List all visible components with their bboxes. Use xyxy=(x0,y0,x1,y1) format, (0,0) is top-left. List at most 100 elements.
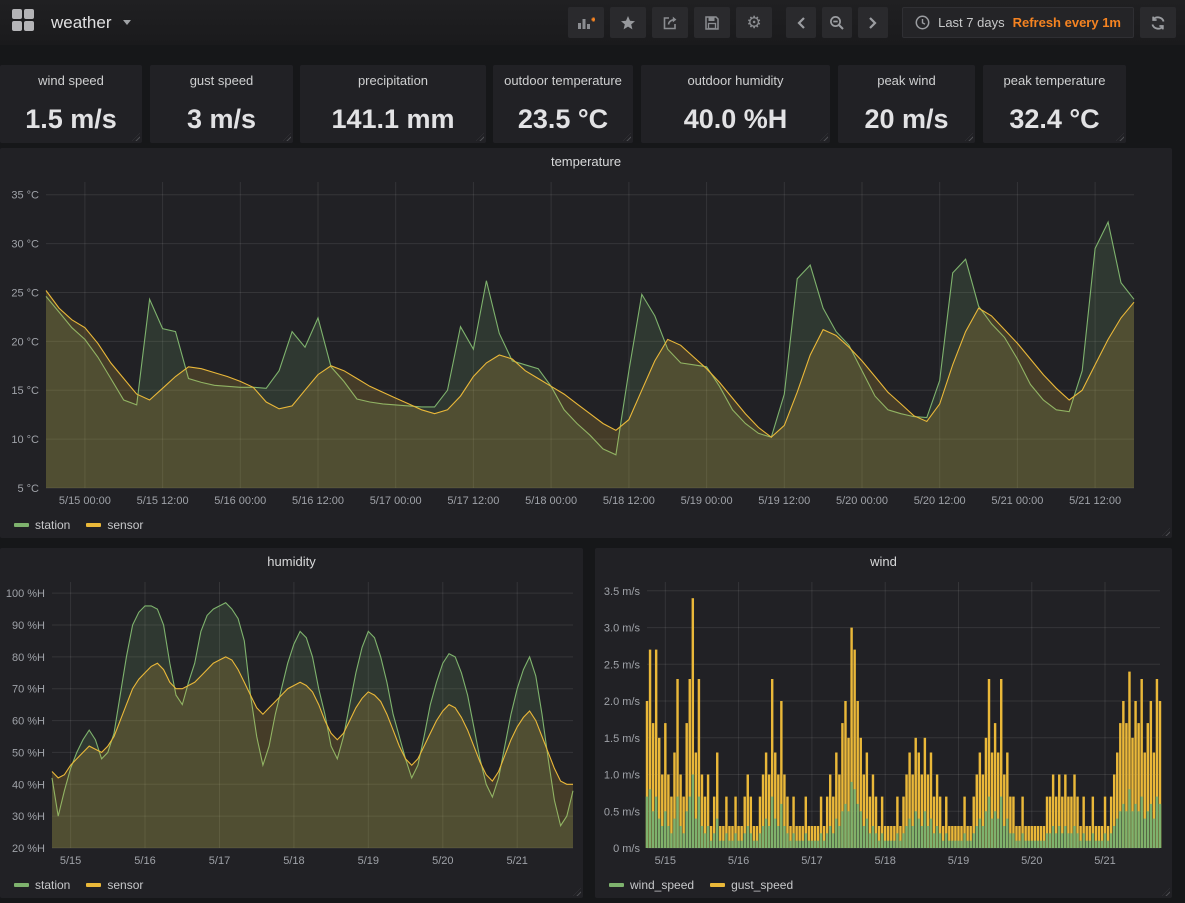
svg-text:30 °C: 30 °C xyxy=(11,239,39,251)
stat-title[interactable]: peak temperature xyxy=(1004,73,1106,88)
humidity-panel: humidity 20 %H30 %H40 %H50 %H60 %H70 %H8… xyxy=(0,548,583,898)
svg-text:5/16: 5/16 xyxy=(134,855,155,867)
stat-value: 23.5 °C xyxy=(518,106,608,137)
stat-title[interactable]: outdoor temperature xyxy=(504,73,622,88)
svg-text:5/18: 5/18 xyxy=(874,855,895,867)
legend-item-station[interactable]: station xyxy=(14,518,70,532)
panel-resize-handle[interactable] xyxy=(623,133,631,141)
legend: station sensor xyxy=(0,872,583,898)
refresh-button[interactable] xyxy=(1140,7,1176,38)
zoom-out-button[interactable] xyxy=(822,7,852,38)
svg-text:10 °C: 10 °C xyxy=(11,434,39,446)
legend-swatch xyxy=(86,883,101,887)
svg-text:5/15 00:00: 5/15 00:00 xyxy=(59,495,111,507)
stat-title[interactable]: outdoor humidity xyxy=(687,73,783,88)
refresh-icon xyxy=(1150,15,1166,31)
svg-text:5/19 00:00: 5/19 00:00 xyxy=(681,495,733,507)
svg-text:5/19 12:00: 5/19 12:00 xyxy=(758,495,810,507)
navbar: weather xyxy=(0,0,1185,45)
stat-title[interactable]: peak wind xyxy=(877,73,936,88)
save-button[interactable] xyxy=(694,7,730,38)
svg-text:1.5 m/s: 1.5 m/s xyxy=(604,733,641,745)
svg-text:35 °C: 35 °C xyxy=(11,190,39,202)
svg-text:5/16: 5/16 xyxy=(728,855,749,867)
stat-panel-outdoor-temperature: outdoor temperature 23.5 °C xyxy=(493,65,633,143)
svg-text:3.5 m/s: 3.5 m/s xyxy=(604,586,641,598)
stat-panel-outdoor-humidity: outdoor humidity 40.0 %H xyxy=(641,65,830,143)
legend-item-station[interactable]: station xyxy=(14,878,70,892)
share-button[interactable] xyxy=(652,7,688,38)
svg-text:100 %H: 100 %H xyxy=(6,588,45,600)
svg-text:70 %H: 70 %H xyxy=(12,684,45,696)
svg-text:5/20 12:00: 5/20 12:00 xyxy=(914,495,966,507)
legend-item-sensor[interactable]: sensor xyxy=(86,518,143,532)
panel-resize-handle[interactable] xyxy=(1116,133,1124,141)
panel-title[interactable]: temperature xyxy=(0,148,1172,174)
stat-panel-gust-speed: gust speed 3 m/s xyxy=(150,65,293,143)
legend-item-wind-speed[interactable]: wind_speed xyxy=(609,878,694,892)
settings-button[interactable]: ⚙ xyxy=(736,7,772,38)
svg-text:0 m/s: 0 m/s xyxy=(613,843,640,855)
time-range-picker[interactable]: Last 7 days Refresh every 1m xyxy=(902,7,1134,38)
add-panel-icon xyxy=(577,15,595,31)
legend-label: station xyxy=(35,518,70,532)
dashboard-title[interactable]: weather xyxy=(51,13,111,33)
panel-resize-handle[interactable] xyxy=(820,133,828,141)
stat-title[interactable]: gust speed xyxy=(190,73,254,88)
svg-text:1.0 m/s: 1.0 m/s xyxy=(604,770,641,782)
svg-text:5/16 12:00: 5/16 12:00 xyxy=(292,495,344,507)
panel-resize-handle[interactable] xyxy=(476,133,484,141)
wind-chart[interactable]: 0 m/s0.5 m/s1.0 m/s1.5 m/s2.0 m/s2.5 m/s… xyxy=(595,574,1172,872)
legend-swatch xyxy=(14,523,29,527)
svg-text:25 °C: 25 °C xyxy=(11,288,39,300)
stat-value: 141.1 mm xyxy=(331,106,454,137)
svg-text:5/16 00:00: 5/16 00:00 xyxy=(214,495,266,507)
time-forward-button[interactable] xyxy=(858,7,888,38)
svg-text:50 %H: 50 %H xyxy=(12,747,45,759)
svg-text:20 %H: 20 %H xyxy=(12,843,45,855)
svg-text:5/20: 5/20 xyxy=(1021,855,1042,867)
svg-text:5/18: 5/18 xyxy=(283,855,304,867)
grafana-dashboard: weather xyxy=(0,0,1185,903)
settings-icon: ⚙ xyxy=(746,14,761,31)
svg-text:5 °C: 5 °C xyxy=(17,483,39,495)
star-icon xyxy=(620,15,636,31)
panel-resize-handle[interactable] xyxy=(965,133,973,141)
clock-icon xyxy=(915,15,930,30)
temperature-panel: temperature 5 °C 10 °C 15 °C 20 °C 25 °C 30 °… xyxy=(0,148,1172,538)
chevron-right-icon xyxy=(868,16,878,30)
svg-text:80 %H: 80 %H xyxy=(12,652,45,664)
chevron-left-icon xyxy=(796,16,806,30)
panel-resize-handle[interactable] xyxy=(132,133,140,141)
svg-text:5/17 00:00: 5/17 00:00 xyxy=(370,495,422,507)
time-back-button[interactable] xyxy=(786,7,816,38)
panel-title[interactable]: wind xyxy=(595,548,1172,574)
legend-item-gust-speed[interactable]: gust_speed xyxy=(710,878,793,892)
zoom-out-icon xyxy=(829,15,845,31)
stat-title[interactable]: wind speed xyxy=(38,73,104,88)
svg-text:30 %H: 30 %H xyxy=(12,811,45,823)
save-icon xyxy=(704,15,720,31)
stat-value: 40.0 %H xyxy=(684,106,788,137)
svg-text:15 °C: 15 °C xyxy=(11,385,39,397)
panel-title[interactable]: humidity xyxy=(0,548,583,574)
legend-swatch xyxy=(86,523,101,527)
svg-text:20 °C: 20 °C xyxy=(11,336,39,348)
stat-value: 20 m/s xyxy=(864,106,948,137)
stat-panel-peak-wind: peak wind 20 m/s xyxy=(838,65,975,143)
add-panel-button[interactable] xyxy=(568,7,604,38)
panel-resize-handle[interactable] xyxy=(283,133,291,141)
star-button[interactable] xyxy=(610,7,646,38)
grafana-logo-icon[interactable] xyxy=(9,8,35,37)
svg-text:5/21: 5/21 xyxy=(1094,855,1115,867)
caret-down-icon[interactable] xyxy=(123,20,131,25)
temperature-chart[interactable]: 5 °C 10 °C 15 °C 20 °C 25 °C 30 °C 35 °C 5/15 0… xyxy=(0,174,1172,512)
legend-label: sensor xyxy=(107,518,143,532)
legend-label: station xyxy=(35,878,70,892)
stat-title[interactable]: precipitation xyxy=(358,73,428,88)
humidity-chart[interactable]: 20 %H30 %H40 %H50 %H60 %H70 %H80 %H90 %H… xyxy=(0,574,583,872)
share-icon xyxy=(662,15,678,31)
legend-item-sensor[interactable]: sensor xyxy=(86,878,143,892)
svg-text:5/17: 5/17 xyxy=(801,855,822,867)
svg-text:5/20: 5/20 xyxy=(432,855,453,867)
